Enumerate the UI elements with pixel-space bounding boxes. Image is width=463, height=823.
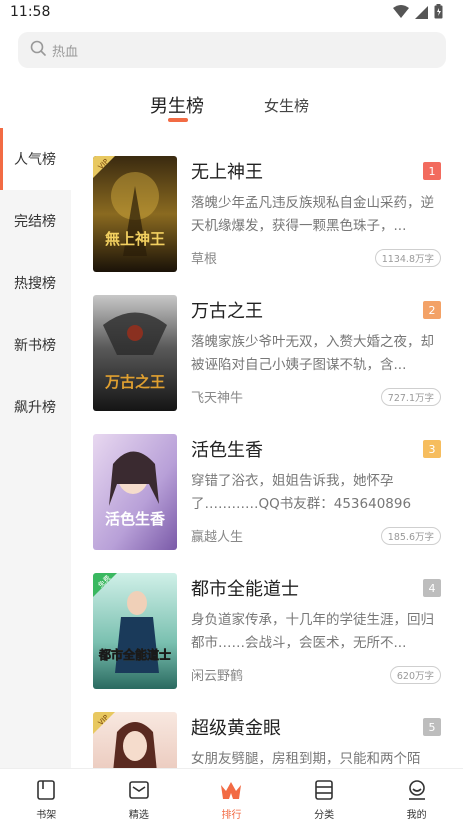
rank-badge: 3: [423, 440, 441, 458]
active-tab-indicator: [168, 118, 188, 122]
wifi-icon: [393, 4, 409, 23]
search-icon: [30, 40, 46, 60]
book-title: 万古之王: [191, 301, 263, 322]
sidebar-item-hot-search[interactable]: 热搜榜: [0, 252, 71, 314]
category-icon: [311, 777, 337, 803]
list-item[interactable]: 万古之王 万古之王 2 落魄家族少爷叶无双，入赘大婚之夜，却被诬陷对自己小姨子图…: [71, 267, 463, 411]
inbox-icon: [126, 777, 152, 803]
list-item[interactable]: VIP 無上神王 无上神王 1 落魄少年孟凡违反族规私自金山采药，逆天机缘爆发，…: [71, 128, 463, 272]
nav-featured[interactable]: 精选: [93, 769, 186, 823]
nav-label: 我的: [406, 810, 427, 821]
battery-icon: [434, 4, 443, 23]
list-item[interactable]: 免费 都市全能道士 都市全能道士 4 身负道家传承，十几年的学徒生涯，回归都市……: [71, 545, 463, 689]
search-input[interactable]: 热血: [18, 32, 446, 68]
cover-title: 万古之王: [104, 373, 165, 391]
sidebar-item-popular[interactable]: 人气榜: [0, 128, 71, 190]
sidebar-item-completed[interactable]: 完结榜: [0, 190, 71, 252]
search-placeholder: 热血: [52, 44, 79, 60]
book-cover: VIP 無上神王: [93, 156, 177, 272]
book-title: 超级黄金眼: [191, 718, 281, 739]
bookshelf-icon: [33, 777, 59, 803]
sidebar-active-indicator: [0, 128, 3, 190]
ranking-sidebar: 人气榜 完结榜 热搜榜 新书榜 飙升榜: [0, 128, 71, 768]
rank-badge: 4: [423, 579, 441, 597]
sidebar-item-rising[interactable]: 飙升榜: [0, 376, 71, 438]
tab-female-ranking[interactable]: 女生榜: [264, 95, 309, 116]
book-ranking-list: VIP 無上神王 无上神王 1 落魄少年孟凡违反族规私自金山采药，逆天机缘爆发，…: [71, 128, 463, 768]
book-description: 落魄家族少爷叶无双，入赘大婚之夜，却被诬陷对自己小姨子图谋不轨，含...: [191, 334, 434, 373]
sidebar-item-new-books[interactable]: 新书榜: [0, 314, 71, 376]
bottom-nav: 书架 精选 排行 分类 我的: [0, 768, 463, 823]
sidebar-item-label: 飙升榜: [14, 400, 56, 416]
nav-category[interactable]: 分类: [278, 769, 371, 823]
sidebar-item-label: 人气榜: [14, 152, 56, 168]
list-item[interactable]: 活色生香 活色生香 3 穿错了浴衣，姐姐告诉我，她怀孕了…………QQ书友群：45…: [71, 406, 463, 550]
book-author: 草根: [191, 252, 218, 267]
book-description: 身负道家传承，十几年的学徒生涯，回归都市……会战斗，会医术，无所不...: [191, 612, 434, 651]
word-count-badge: 185.6万字: [380, 527, 441, 545]
book-description: 穿错了浴衣，姐姐告诉我，她怀孕了…………QQ书友群：453640896（有...: [191, 473, 412, 512]
book-cover: 万古之王: [93, 295, 177, 411]
nav-bookshelf[interactable]: 书架: [0, 769, 93, 823]
list-item[interactable]: VIP 超级黄金眼 5 女朋友劈腿，房租到期，只能和两个陌: [71, 684, 463, 768]
status-bar: 11:58: [0, 0, 463, 26]
signal-icon: [415, 4, 428, 23]
cover-title: 無上神王: [105, 230, 165, 248]
book-author: 闲云野鹤: [191, 669, 244, 684]
crown-icon: [218, 777, 244, 803]
sidebar-item-label: 完结榜: [14, 214, 56, 230]
book-author: 飞天神牛: [191, 391, 244, 406]
nav-label: 书架: [36, 810, 57, 821]
sidebar-item-label: 热搜榜: [14, 276, 56, 292]
profile-icon: [404, 777, 430, 803]
nav-profile[interactable]: 我的: [370, 769, 463, 823]
nav-label: 排行: [221, 810, 242, 821]
word-count-badge: 1134.8万字: [374, 249, 441, 267]
cover-title: 活色生香: [105, 510, 165, 528]
status-time: 11:58: [10, 4, 51, 20]
rank-badge: 5: [423, 718, 441, 736]
rank-badge: 2: [423, 301, 441, 319]
book-title: 活色生香: [191, 440, 263, 461]
book-author: 赢越人生: [191, 530, 244, 545]
book-description: 落魄少年孟凡违反族规私自金山采药，逆天机缘爆发，获得一颗黑色珠子，...: [191, 195, 434, 234]
nav-ranking[interactable]: 排行: [185, 769, 278, 823]
cover-title: 都市全能道士: [98, 647, 171, 662]
book-cover: 免费 都市全能道士: [93, 573, 177, 689]
book-description: 女朋友劈腿，房租到期，只能和两个陌: [191, 751, 421, 767]
status-icons: [393, 4, 443, 23]
rank-badge: 1: [423, 162, 441, 180]
word-count-badge: 727.1万字: [380, 388, 441, 406]
book-title: 无上神王: [191, 162, 263, 183]
word-count-badge: 620万字: [389, 666, 441, 684]
tab-male-ranking[interactable]: 男生榜: [150, 92, 204, 118]
book-title: 都市全能道士: [191, 579, 299, 600]
gender-tabs: 男生榜 女生榜: [0, 92, 463, 126]
nav-label: 分类: [314, 810, 335, 821]
nav-label: 精选: [128, 810, 149, 821]
sidebar-item-label: 新书榜: [14, 338, 56, 354]
book-cover: VIP: [93, 712, 177, 768]
book-cover: 活色生香: [93, 434, 177, 550]
